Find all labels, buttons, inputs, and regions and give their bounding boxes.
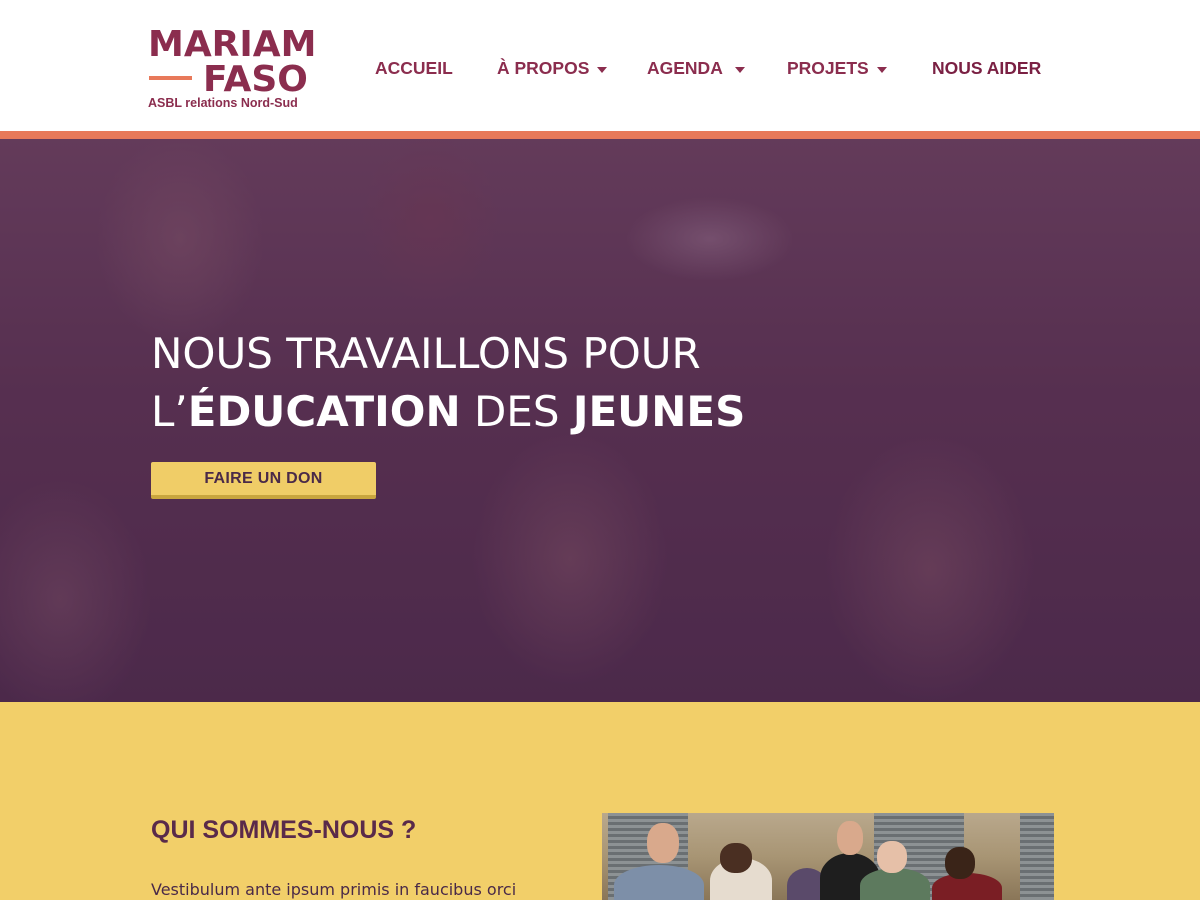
- about-section: QUI SOMMES-NOUS ? Vestibulum ante ipsum …: [0, 702, 1200, 900]
- team-photo: [602, 813, 1054, 900]
- donate-button[interactable]: FAIRE UN DON: [151, 462, 376, 499]
- site-header: MARIAM FASO ASBL relations Nord-Sud ACCU…: [0, 0, 1200, 131]
- about-title: QUI SOMMES-NOUS ?: [151, 816, 417, 844]
- hero-title-jeunes: JEUNES: [572, 387, 746, 436]
- photo-person-face: [647, 823, 679, 863]
- chevron-down-icon: [734, 66, 745, 73]
- photo-person: [614, 865, 704, 900]
- nav-item-label: À PROPOS: [497, 58, 590, 78]
- photo-shutter-right: [1020, 813, 1054, 900]
- nav-item-accueil[interactable]: ACCUEIL: [375, 58, 453, 79]
- photo-person-face: [945, 847, 975, 879]
- main-nav: ACCUEIL À PROPOS AGENDA PROJETS NOUS AID…: [0, 58, 1200, 80]
- hero-title-mid: DES: [460, 387, 573, 436]
- nav-item-label: ACCUEIL: [375, 58, 453, 78]
- chevron-down-icon: [597, 66, 608, 73]
- hero-title-line2: L’ÉDUCATION DES JEUNES: [151, 388, 745, 436]
- chevron-down-icon: [876, 66, 887, 73]
- nav-item-nous-aider[interactable]: NOUS AIDER: [932, 58, 1041, 79]
- nav-item-projets[interactable]: PROJETS: [787, 58, 887, 79]
- photo-person-face: [877, 841, 907, 873]
- nav-item-label: AGENDA: [647, 58, 723, 78]
- nav-item-label: PROJETS: [787, 58, 869, 78]
- logo-tagline: ASBL relations Nord-Sud: [148, 96, 298, 110]
- about-text: Vestibulum ante ipsum primis in faucibus…: [151, 880, 517, 899]
- hero-title-line1: NOUS TRAVAILLONS POUR: [151, 329, 701, 378]
- header-accent-bar: [0, 131, 1200, 139]
- photo-person-face: [720, 843, 752, 873]
- nav-item-a-propos[interactable]: À PROPOS: [497, 58, 608, 79]
- nav-item-label: NOUS AIDER: [932, 58, 1042, 78]
- hero-banner: NOUS TRAVAILLONS POUR L’ÉDUCATION DES JE…: [0, 139, 1200, 702]
- nav-item-agenda[interactable]: AGENDA: [647, 58, 745, 79]
- hero-title-education: ÉDUCATION: [187, 387, 461, 436]
- photo-person-face: [837, 821, 863, 855]
- hero-title-prefix: L’: [151, 387, 188, 436]
